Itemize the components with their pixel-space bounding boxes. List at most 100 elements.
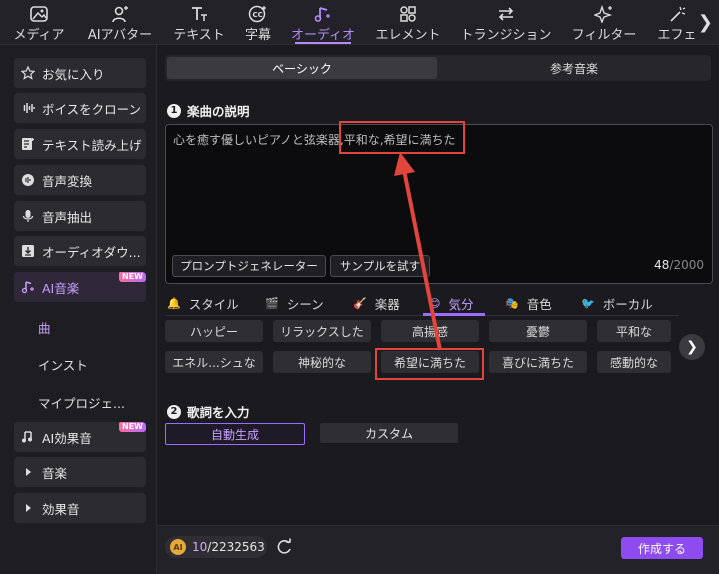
tab-style[interactable]: 🔔 スタイル bbox=[167, 294, 239, 313]
refresh-icon[interactable] bbox=[275, 538, 293, 559]
char-max: /2000 bbox=[669, 258, 704, 272]
tab-element[interactable]: エレメント bbox=[374, 0, 442, 44]
sidebar-item-tts[interactable]: テキスト読み上げ bbox=[14, 129, 146, 159]
new-badge: NEW bbox=[119, 272, 146, 282]
tab-caption[interactable]: CC 字幕 bbox=[240, 0, 276, 44]
active-category-underline bbox=[423, 313, 485, 316]
description-text[interactable]: 心を癒す優しいピアノと弦楽器,平和な,希望に満ちた bbox=[173, 131, 456, 148]
credits-used: 10 bbox=[192, 540, 208, 554]
sidebar-subitem-my-projects[interactable]: マイプロジェ... bbox=[38, 393, 125, 412]
mood-chip[interactable]: 神秘的な bbox=[273, 351, 371, 373]
sidebar-item-label: テキスト読み上げ bbox=[42, 137, 142, 153]
sidebar: お気に入り ボイスをクローン テキスト読み上げ 音声変換 音声抽出 オーディオダ… bbox=[0, 45, 157, 573]
tab-text[interactable]: テキスト bbox=[168, 0, 230, 44]
ai-sfx-icon bbox=[20, 430, 36, 444]
tab-scene[interactable]: 🎬 シーン bbox=[265, 294, 324, 313]
caret-right-icon bbox=[20, 503, 36, 513]
guitar-icon: 🎸 bbox=[353, 297, 367, 310]
star-icon bbox=[20, 66, 36, 80]
sidebar-item-audio-extract[interactable]: 音声抽出 bbox=[14, 201, 146, 231]
char-count: 48 bbox=[654, 258, 670, 272]
tts-icon bbox=[20, 137, 36, 151]
category-label: 気分 bbox=[448, 297, 474, 312]
create-button[interactable]: 作成する bbox=[621, 537, 703, 559]
sidebar-item-voice-clone[interactable]: ボイスをクローン bbox=[14, 93, 146, 123]
credits-badge: AI 10 /2232563 bbox=[165, 536, 267, 558]
microphone-icon bbox=[20, 209, 36, 223]
mood-chip[interactable]: ハッピー bbox=[165, 320, 263, 342]
tab-basic[interactable]: ベーシック bbox=[167, 57, 437, 79]
mood-chip[interactable]: 平和な bbox=[597, 320, 671, 342]
top-toolbar: メディア AIアバター テキスト CC 字幕 オーディオ エレメント トランジシ… bbox=[0, 0, 719, 45]
sidebar-item-music[interactable]: 音楽 bbox=[14, 457, 146, 487]
scroll-right-chevron-icon[interactable]: ❯ bbox=[698, 12, 713, 33]
tab-tone[interactable]: 🎭 音色 bbox=[505, 294, 552, 313]
sidebar-item-label: AI音楽 bbox=[42, 280, 80, 296]
song-description-input[interactable]: 心を癒す優しいピアノと弦楽器,平和な,希望に満ちた プロンプトジェネレーター サ… bbox=[165, 124, 713, 284]
category-label: 音色 bbox=[526, 297, 552, 312]
mood-chip[interactable]: 憂鬱 bbox=[489, 320, 587, 342]
element-icon bbox=[399, 5, 417, 23]
mood-chip[interactable]: 感動的な bbox=[597, 351, 671, 373]
credits-total: /2232563 bbox=[207, 540, 265, 554]
auto-generate-button[interactable]: 自動生成 bbox=[165, 423, 305, 445]
tab-instrument[interactable]: 🎸 楽器 bbox=[353, 294, 400, 313]
mode-segmented-control: ベーシック 参考音楽 bbox=[165, 55, 711, 81]
tab-reference-music[interactable]: 参考音楽 bbox=[439, 57, 709, 79]
category-divider bbox=[165, 315, 679, 316]
section-title: 楽曲の説明 bbox=[187, 104, 250, 119]
mood-chip[interactable]: 喜びに満ちた bbox=[489, 351, 587, 373]
tab-vocal[interactable]: 🐦 ボーカル bbox=[581, 294, 653, 313]
sidebar-item-label: 音楽 bbox=[42, 465, 68, 481]
caret-right-icon bbox=[20, 467, 36, 477]
sidebar-item-label: お気に入り bbox=[42, 66, 105, 82]
sidebar-item-label: 音声抽出 bbox=[42, 209, 93, 225]
section-lyrics-title: 2 歌詞を入力 bbox=[167, 402, 250, 421]
mood-chip[interactable]: エネル...シュな bbox=[165, 351, 263, 373]
vocal-icon: 🐦 bbox=[581, 297, 595, 310]
mood-chip[interactable]: リラックスした bbox=[273, 320, 371, 342]
sidebar-item-ai-sfx[interactable]: AI効果音 NEW bbox=[14, 422, 146, 452]
sidebar-item-label: 効果音 bbox=[42, 501, 80, 517]
footer-bar: AI 10 /2232563 作成する bbox=[157, 525, 719, 574]
step-number: 1 bbox=[167, 103, 181, 118]
prompt-generator-button[interactable]: プロンプトジェネレーター bbox=[172, 255, 326, 277]
custom-lyrics-button[interactable]: カスタム bbox=[320, 423, 458, 443]
try-sample-button[interactable]: サンプルを試す bbox=[330, 255, 430, 277]
tab-effect[interactable]: エフェ bbox=[654, 0, 700, 44]
avatar-icon bbox=[111, 5, 129, 23]
sidebar-item-voice-changer[interactable]: 音声変換 bbox=[14, 165, 146, 195]
tab-filter[interactable]: フィルター bbox=[570, 0, 638, 44]
sidebar-item-label: 音声変換 bbox=[42, 173, 93, 189]
sidebar-item-label: オーディオダウ... bbox=[42, 244, 141, 260]
sidebar-item-ai-music[interactable]: AI音楽 NEW bbox=[14, 272, 146, 302]
media-icon bbox=[30, 5, 48, 23]
main-panel: ベーシック 参考音楽 1 楽曲の説明 心を癒す優しいピアノと弦楽器,平和な,希望… bbox=[157, 45, 719, 574]
tab-audio[interactable]: オーディオ bbox=[288, 0, 358, 44]
coin-icon: AI bbox=[170, 539, 186, 555]
effect-icon bbox=[668, 5, 686, 23]
sidebar-item-favorites[interactable]: お気に入り bbox=[14, 58, 146, 88]
style-icon: 🔔 bbox=[167, 297, 181, 310]
category-label: シーン bbox=[286, 297, 324, 312]
mood-chip[interactable]: 高揚感 bbox=[381, 320, 479, 342]
audio-icon bbox=[314, 5, 332, 23]
download-icon bbox=[20, 244, 36, 258]
smile-icon: 😊 bbox=[429, 297, 441, 310]
sidebar-item-audio-download[interactable]: オーディオダウ... bbox=[14, 236, 146, 266]
caption-icon: CC bbox=[248, 5, 268, 23]
next-chips-button[interactable]: ❯ bbox=[679, 334, 705, 360]
mood-chip-hopeful[interactable]: 希望に満ちた bbox=[381, 351, 479, 373]
tab-ai-avatar[interactable]: AIアバター bbox=[84, 0, 156, 44]
voice-change-icon bbox=[20, 173, 36, 187]
sidebar-subitem-instrumental[interactable]: インスト bbox=[38, 355, 88, 374]
section-title: 歌詞を入力 bbox=[187, 405, 250, 420]
sidebar-subitem-song[interactable]: 曲 bbox=[38, 318, 51, 337]
svg-text:CC: CC bbox=[253, 11, 263, 19]
sidebar-item-sound-effects[interactable]: 効果音 bbox=[14, 493, 146, 523]
step-number: 2 bbox=[167, 404, 181, 419]
tab-transition[interactable]: トランジション bbox=[460, 0, 552, 44]
tab-mood[interactable]: 😊 気分 bbox=[429, 294, 473, 313]
tab-media[interactable]: メディア bbox=[8, 0, 70, 44]
text-icon bbox=[190, 5, 208, 23]
